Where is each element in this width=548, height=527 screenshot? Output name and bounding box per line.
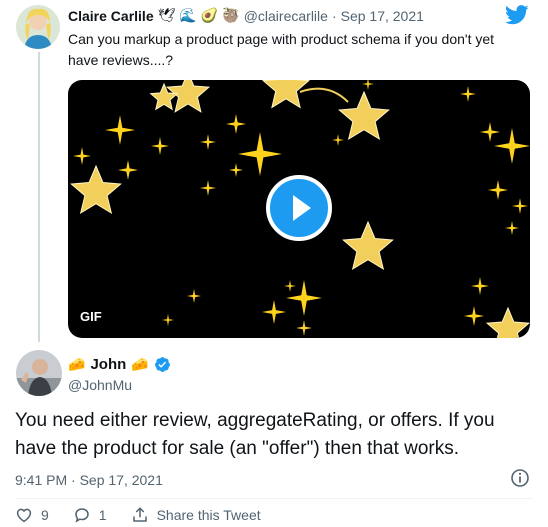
like-button[interactable]: 9 [15, 506, 49, 524]
star-shape [460, 86, 476, 102]
star-shape [105, 115, 135, 145]
star-shape [342, 220, 394, 271]
reply-button[interactable]: 1 [73, 506, 107, 524]
star-shape [73, 147, 91, 165]
display-name[interactable]: Claire Carlile [68, 8, 154, 24]
dove-emoji-icon: 🕊 [157, 7, 176, 23]
star-shape [488, 180, 508, 200]
share-label: Share this Tweet [156, 507, 261, 523]
star-shape [512, 198, 528, 214]
star-shape [494, 128, 530, 164]
cheese-emoji-icon: 🧀 [131, 356, 149, 372]
tweet-timestamp[interactable]: 9:41 PM · Sep 17, 2021 [15, 472, 163, 488]
star-shape [187, 289, 201, 303]
star-shape [464, 306, 484, 326]
play-button[interactable] [266, 175, 332, 241]
action-bar: 9 1 Share this Tweet [15, 506, 285, 524]
star-shape [262, 300, 286, 324]
star-shape [505, 221, 519, 235]
avatar[interactable] [16, 350, 62, 396]
gif-media[interactable]: GIF [68, 80, 530, 338]
wave-emoji-icon: 🌊 [179, 7, 197, 23]
twitter-logo-icon [505, 5, 529, 30]
user-handle[interactable]: @clairecarlile [244, 8, 328, 24]
share-icon [131, 506, 149, 524]
divider [15, 498, 533, 499]
dot-separator: · [331, 7, 337, 24]
star-shape [485, 306, 530, 338]
share-button[interactable]: Share this Tweet [131, 506, 261, 524]
reply-text: You need either review, aggregateRating,… [15, 410, 495, 459]
star-shape [480, 122, 500, 142]
star-shape [332, 134, 344, 146]
star-shape [162, 314, 174, 326]
tweet-date[interactable]: Sep 17, 2021 [341, 8, 424, 24]
avocado-emoji-icon: 🥑 [200, 7, 219, 23]
star-shape [118, 160, 138, 180]
gif-badge: GIF [80, 309, 102, 324]
star-shape [362, 80, 374, 90]
cheese-emoji-icon: 🧀 [68, 356, 86, 372]
star-shape [471, 277, 489, 295]
play-icon [293, 195, 311, 221]
avatar[interactable] [16, 5, 60, 49]
star-trail [299, 87, 349, 103]
reply-count: 1 [98, 507, 107, 523]
star-shape [151, 137, 169, 155]
star-shape [226, 114, 246, 134]
display-name[interactable]: John [90, 356, 126, 373]
heart-icon [15, 506, 33, 524]
sloth-emoji-icon: 🦥 [222, 7, 240, 23]
star-shape [70, 164, 122, 215]
star-shape [261, 80, 311, 109]
thread-line [38, 52, 40, 342]
star-shape [200, 180, 216, 196]
reply-icon [73, 506, 91, 524]
verified-badge-icon [154, 356, 171, 373]
star-shape [200, 134, 216, 150]
star-shape [296, 320, 312, 336]
star-shape [229, 163, 243, 177]
user-handle[interactable]: @JohnMu [68, 377, 132, 393]
like-count: 9 [41, 507, 49, 523]
star-shape [238, 132, 282, 176]
info-icon[interactable] [510, 468, 530, 493]
tweet-text: Can you markup a product page with produ… [68, 31, 495, 68]
star-shape [284, 280, 296, 292]
star-shape [338, 90, 390, 141]
